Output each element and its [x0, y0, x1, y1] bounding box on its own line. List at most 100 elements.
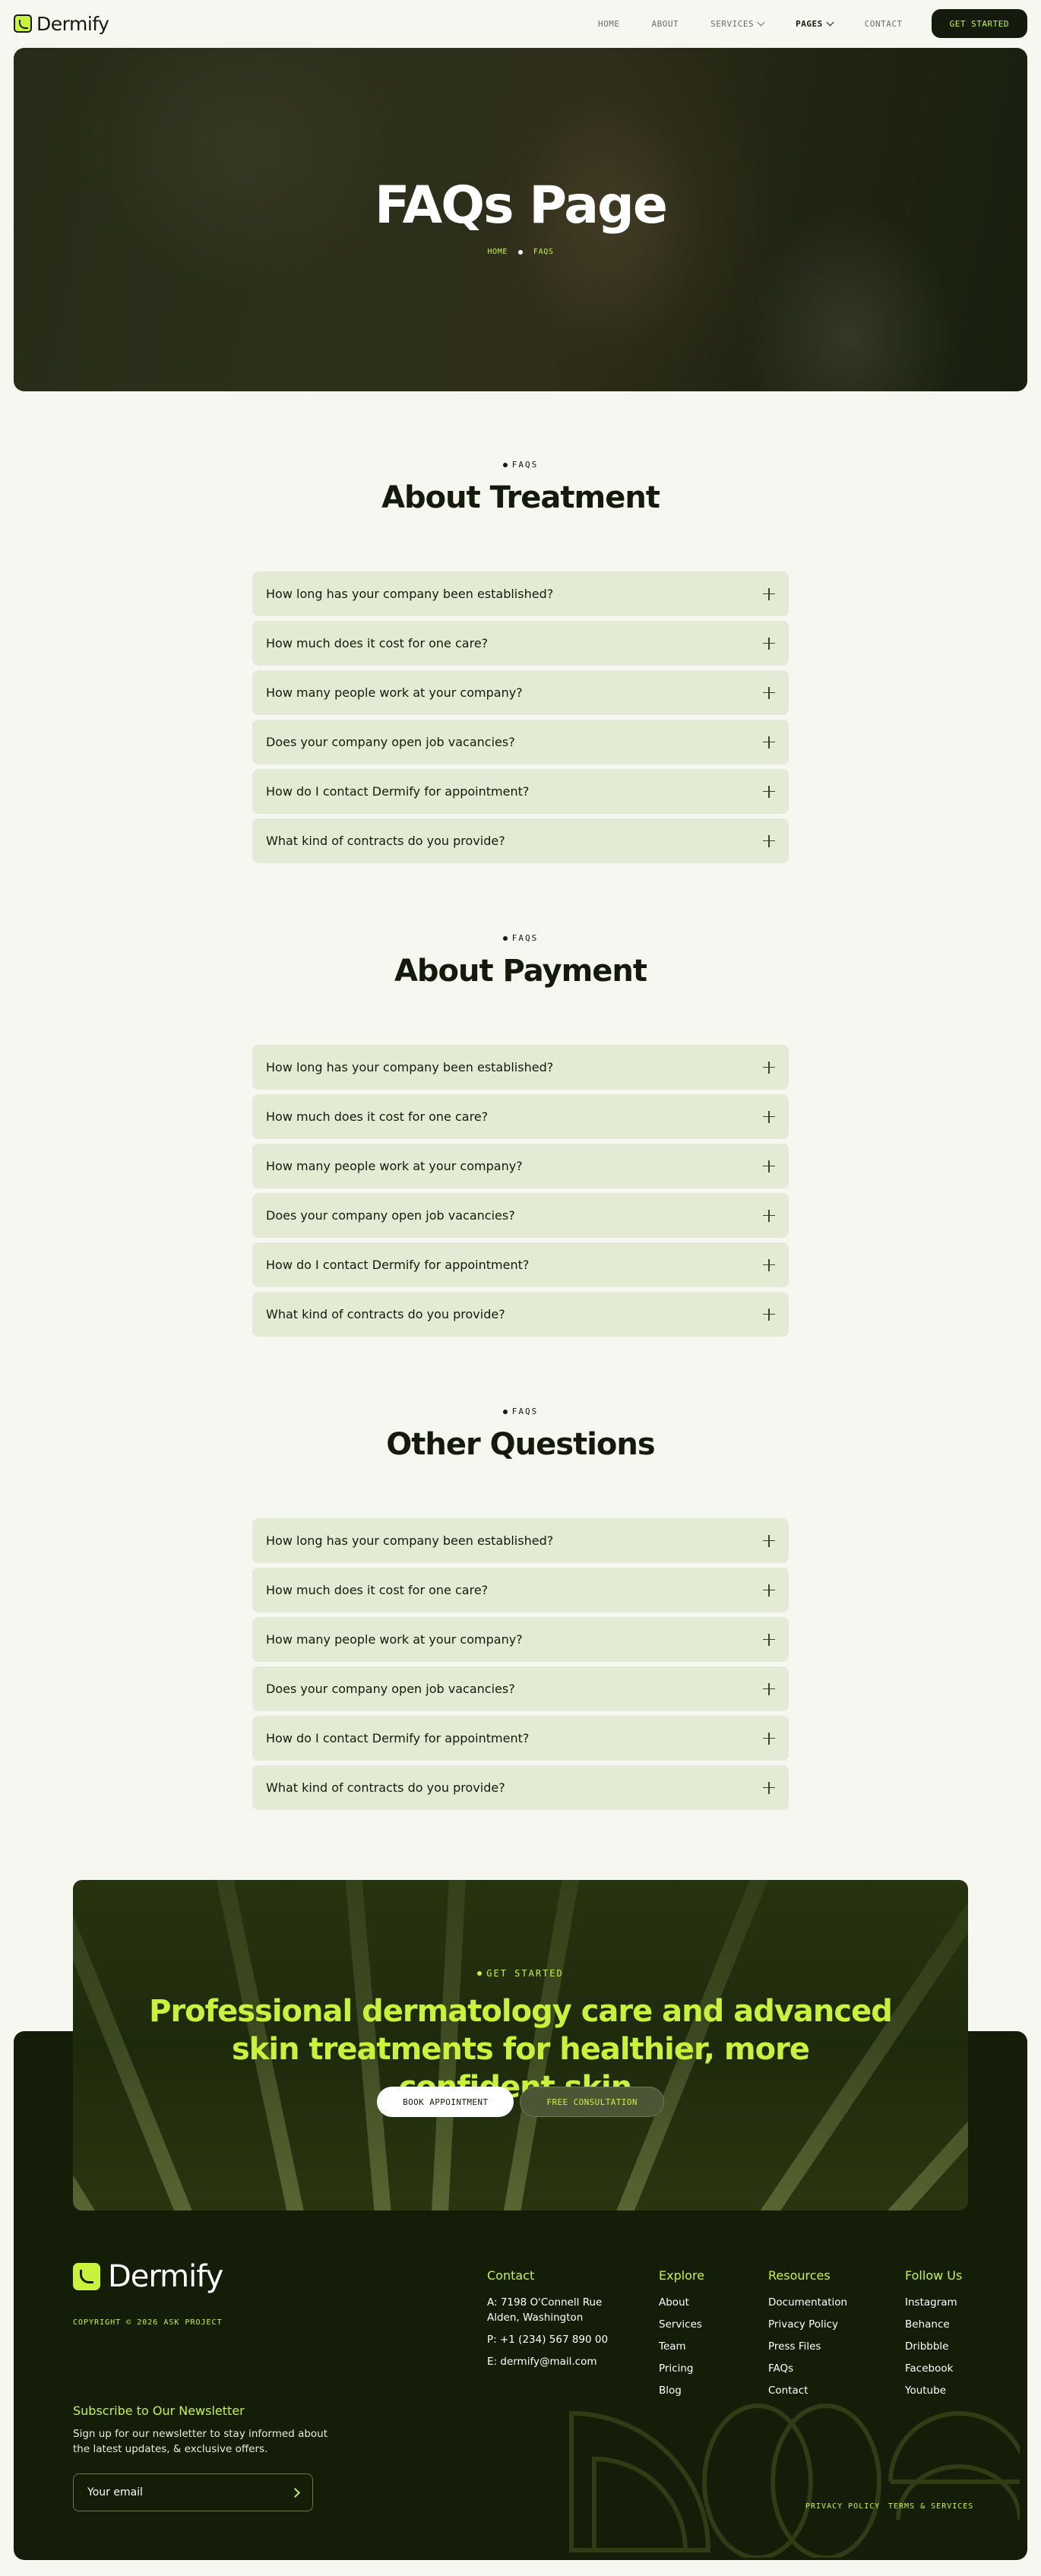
- plus-icon[interactable]: [763, 834, 775, 847]
- faq-section-treatment: FAQS About Treatment: [0, 460, 1041, 515]
- breadcrumb-home[interactable]: HOME: [488, 248, 508, 256]
- arrow-right-icon[interactable]: [290, 2487, 300, 2498]
- footer-link[interactable]: Facebook: [905, 2361, 962, 2376]
- section-title: About Payment: [394, 954, 647, 989]
- nav-link-services[interactable]: SERVICES: [710, 18, 765, 29]
- brand-logo[interactable]: Dermify: [14, 13, 109, 35]
- logo-icon: [14, 14, 32, 33]
- footer-resources-column: Resources Documentation Privacy Policy P…: [768, 2268, 847, 2405]
- faq-section-payment: FAQS About Payment: [0, 933, 1041, 989]
- faq-item[interactable]: How much does it cost for one care?: [252, 1094, 789, 1139]
- plus-icon[interactable]: [763, 1584, 775, 1597]
- copyright: COPYRIGHT © 2026 ASK PROJECT: [73, 2318, 223, 2327]
- footer-link[interactable]: Blog: [659, 2383, 704, 2398]
- faq-question: How do I contact Dermify for appointment…: [266, 1731, 530, 1745]
- faq-item[interactable]: How much does it cost for one care?: [252, 1568, 789, 1612]
- footer-link[interactable]: FAQs: [768, 2361, 847, 2376]
- faq-item[interactable]: What kind of contracts do you provide?: [252, 1292, 789, 1337]
- faq-item[interactable]: What kind of contracts do you provide?: [252, 818, 789, 863]
- terms-link[interactable]: TERMS & SERVICES: [888, 2502, 973, 2511]
- faq-item[interactable]: How do I contact Dermify for appointment…: [252, 769, 789, 814]
- faq-section-other: FAQS Other Questions: [0, 1407, 1041, 1462]
- faq-question: How do I contact Dermify for appointment…: [266, 784, 530, 799]
- footer-link[interactable]: Team: [659, 2339, 704, 2354]
- faq-question: How long has your company been establish…: [266, 1533, 554, 1548]
- plus-icon[interactable]: [763, 785, 775, 798]
- plus-icon[interactable]: [763, 686, 775, 699]
- faq-item[interactable]: How many people work at your company?: [252, 1144, 789, 1188]
- footer-link[interactable]: Pricing: [659, 2361, 704, 2376]
- section-title: About Treatment: [381, 480, 660, 515]
- footer-link[interactable]: Behance: [905, 2317, 962, 2332]
- email-placeholder: Your email: [87, 2486, 143, 2498]
- faq-item[interactable]: Does your company open job vacancies?: [252, 1193, 789, 1238]
- faq-item[interactable]: How do I contact Dermify for appointment…: [252, 1716, 789, 1761]
- faq-question: What kind of contracts do you provide?: [266, 834, 505, 848]
- faq-item[interactable]: Does your company open job vacancies?: [252, 1666, 789, 1711]
- free-consultation-button[interactable]: FREE CONSULTATION: [520, 2087, 664, 2117]
- faq-item[interactable]: What kind of contracts do you provide?: [252, 1765, 789, 1810]
- footer-link[interactable]: Privacy Policy: [768, 2317, 847, 2332]
- contact-address: A: 7198 O'Connell Rue Alden, Washington: [487, 2296, 603, 2324]
- plus-icon[interactable]: [763, 1308, 775, 1321]
- plus-icon[interactable]: [763, 1258, 775, 1271]
- faq-question: How much does it cost for one care?: [266, 1109, 489, 1124]
- nav-link-pages[interactable]: PAGES: [796, 18, 834, 29]
- plus-icon[interactable]: [763, 587, 775, 600]
- plus-icon[interactable]: [763, 1732, 775, 1745]
- faq-question: How much does it cost for one care?: [266, 1583, 489, 1597]
- logo-icon: [73, 2263, 100, 2290]
- faq-item[interactable]: How long has your company been establish…: [252, 1518, 789, 1563]
- footer-brand[interactable]: Dermify: [73, 2259, 223, 2294]
- faq-question: What kind of contracts do you provide?: [266, 1307, 505, 1321]
- faq-item[interactable]: Does your company open job vacancies?: [252, 720, 789, 764]
- plus-icon[interactable]: [763, 1534, 775, 1547]
- plus-icon[interactable]: [763, 1160, 775, 1172]
- faq-item[interactable]: How do I contact Dermify for appointment…: [252, 1242, 789, 1287]
- footer-link[interactable]: Youtube: [905, 2383, 962, 2398]
- section-eyebrow-label: FAQS: [511, 933, 539, 943]
- section-eyebrow-label: FAQS: [511, 460, 539, 470]
- nav-link-contact[interactable]: CONTACT: [865, 19, 903, 29]
- footer-link[interactable]: Documentation: [768, 2295, 847, 2310]
- contact-phone[interactable]: P: +1 (234) 567 890 00: [487, 2332, 624, 2347]
- nav-link-about[interactable]: ABOUT: [652, 19, 679, 29]
- top-nav: Dermify HOME ABOUT SERVICES PAGES CONTAC…: [0, 0, 1041, 47]
- footer-link[interactable]: Press Files: [768, 2339, 847, 2354]
- plus-icon[interactable]: [763, 1633, 775, 1646]
- get-started-button[interactable]: GET STARTED: [931, 9, 1027, 38]
- plus-icon[interactable]: [763, 1781, 775, 1794]
- footer-link[interactable]: Contact: [768, 2383, 847, 2398]
- plus-icon[interactable]: [763, 736, 775, 748]
- cta-banner: GET STARTED Professional dermatology car…: [73, 1880, 968, 2210]
- plus-icon[interactable]: [763, 637, 775, 650]
- faq-item[interactable]: How long has your company been establish…: [252, 571, 789, 616]
- chevron-down-icon: [826, 18, 834, 26]
- footer-link[interactable]: Services: [659, 2317, 704, 2332]
- footer-follow-column: Follow Us Instagram Behance Dribbble Fac…: [905, 2268, 962, 2405]
- faq-item[interactable]: How many people work at your company?: [252, 670, 789, 715]
- nav-link-home[interactable]: HOME: [598, 19, 620, 29]
- faq-question: How long has your company been establish…: [266, 1060, 554, 1074]
- book-appointment-button[interactable]: BOOK APPOINTMENT: [377, 2087, 514, 2117]
- contact-email[interactable]: E: dermify@mail.com: [487, 2354, 624, 2369]
- plus-icon[interactable]: [763, 1209, 775, 1222]
- faq-item[interactable]: How much does it cost for one care?: [252, 621, 789, 666]
- faq-item[interactable]: How many people work at your company?: [252, 1617, 789, 1662]
- plus-icon[interactable]: [763, 1061, 775, 1074]
- footer-link[interactable]: Dribbble: [905, 2339, 962, 2354]
- footer-link[interactable]: Instagram: [905, 2295, 962, 2310]
- hero-banner: FAQs Page HOME FAQS: [14, 48, 1027, 391]
- footer-column-title: Resources: [768, 2268, 831, 2283]
- plus-icon[interactable]: [763, 1110, 775, 1123]
- plus-icon[interactable]: [763, 1682, 775, 1695]
- breadcrumb-current: FAQS: [533, 248, 554, 256]
- nav-links: HOME ABOUT SERVICES PAGES CONTACT GET ST…: [566, 9, 1027, 38]
- newsletter-email-input[interactable]: Your email: [73, 2473, 313, 2511]
- privacy-policy-link[interactable]: PRIVACY POLICY: [805, 2502, 880, 2511]
- footer-link[interactable]: About: [659, 2295, 704, 2310]
- faq-list-treatment: How long has your company been establish…: [252, 571, 789, 868]
- faq-item[interactable]: How long has your company been establish…: [252, 1045, 789, 1090]
- footer-brand-name: Dermify: [108, 2259, 223, 2294]
- leaf-shape-1: [702, 2404, 813, 2558]
